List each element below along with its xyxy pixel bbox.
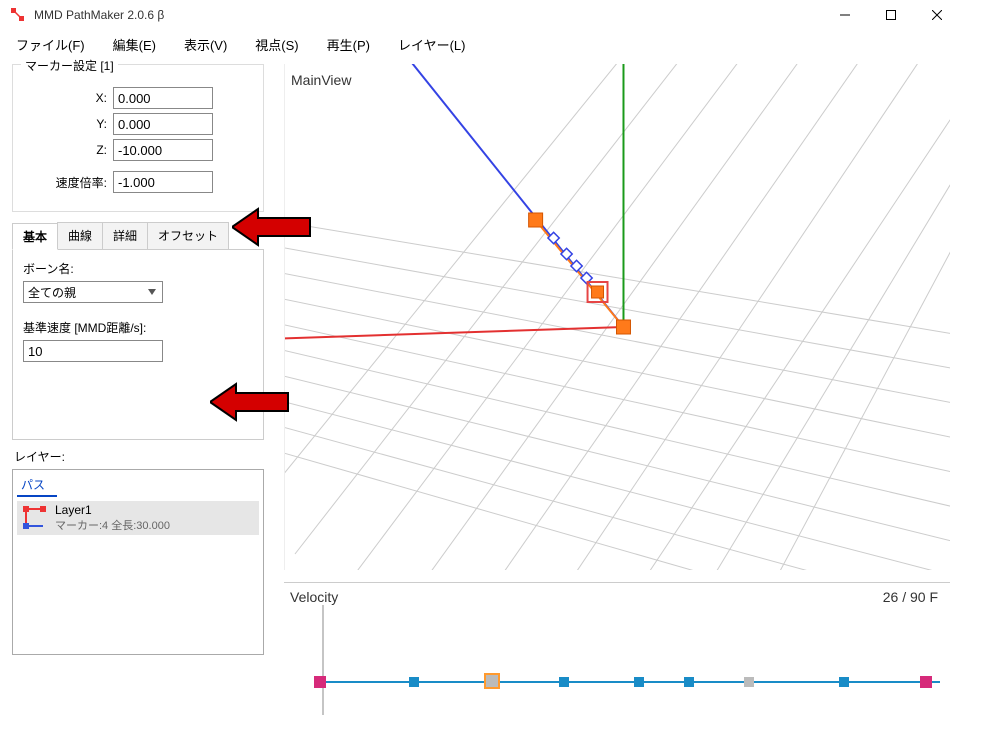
app-icon	[10, 7, 26, 23]
velocity-frame-status: 26 / 90 F	[883, 589, 938, 605]
layers-box: パス Layer1 マーカー:4 全長:30.000	[12, 469, 264, 655]
layer-icon	[21, 504, 49, 532]
viewport-canvas[interactable]	[285, 64, 950, 570]
y-input[interactable]	[113, 113, 213, 135]
z-label: Z:	[23, 143, 113, 157]
layer-item[interactable]: Layer1 マーカー:4 全長:30.000	[17, 501, 259, 535]
layers-header[interactable]: パス	[17, 474, 57, 497]
basespeed-label: 基準速度 [MMD距離/s]:	[23, 319, 253, 336]
annotation-arrow	[210, 380, 290, 424]
bone-label: ボーン名:	[23, 260, 253, 277]
maximize-button[interactable]	[868, 0, 914, 30]
y-label: Y:	[23, 117, 113, 131]
x-input[interactable]	[113, 87, 213, 109]
marker-group-title: マーカー設定 [1]	[21, 57, 118, 74]
menu-file[interactable]: ファイル(F)	[14, 33, 87, 56]
velocity-keyframe[interactable]	[839, 677, 849, 687]
layer-sub: マーカー:4 全長:30.000	[55, 517, 170, 533]
bone-select[interactable]: 全ての親	[23, 281, 163, 303]
window-title: MMD PathMaker 2.0.6 β	[34, 8, 164, 22]
tab-detail[interactable]: 詳細	[102, 222, 148, 249]
velocity-keyframe-selected[interactable]	[484, 673, 500, 689]
velocity-start-marker[interactable]	[314, 676, 326, 688]
menu-view[interactable]: 表示(V)	[182, 33, 229, 56]
close-button[interactable]	[914, 0, 960, 30]
z-input[interactable]	[113, 139, 213, 161]
marker-settings-group: マーカー設定 [1] X: Y: Z: 速度倍率:	[12, 64, 264, 212]
menu-play[interactable]: 再生(P)	[325, 33, 372, 56]
velocity-keyframe-ghost[interactable]	[744, 677, 754, 687]
left-panel: マーカー設定 [1] X: Y: Z: 速度倍率: 基本 曲線 詳細 オフセット…	[12, 64, 264, 655]
velocity-keyframe[interactable]	[634, 677, 644, 687]
velocity-keyframe[interactable]	[559, 677, 569, 687]
velocity-cursor-line	[322, 605, 324, 715]
menu-edit[interactable]: 編集(E)	[111, 33, 158, 56]
velocity-keyframe[interactable]	[409, 677, 419, 687]
velocity-end-marker[interactable]	[920, 676, 932, 688]
annotation-arrow	[232, 205, 312, 249]
velocity-label: Velocity	[290, 589, 338, 605]
velocity-panel: Velocity 26 / 90 F	[284, 582, 950, 730]
layer-name: Layer1	[55, 503, 170, 517]
tab-curve[interactable]: 曲線	[57, 222, 103, 249]
main-view[interactable]: MainView	[284, 64, 950, 570]
menu-viewpoint[interactable]: 視点(S)	[253, 33, 300, 56]
speedmul-input[interactable]	[113, 171, 213, 193]
settings-tabs: 基本 曲線 詳細 オフセット	[12, 222, 264, 250]
speedmul-label: 速度倍率:	[23, 174, 113, 191]
menu-bar: ファイル(F) 編集(E) 表示(V) 視点(S) 再生(P) レイヤー(L)	[0, 30, 960, 58]
x-label: X:	[23, 91, 113, 105]
tab-offset[interactable]: オフセット	[147, 222, 229, 249]
layers-label: レイヤー:	[14, 448, 264, 465]
velocity-keyframe[interactable]	[684, 677, 694, 687]
menu-layer[interactable]: レイヤー(L)	[396, 33, 468, 56]
basespeed-input[interactable]	[23, 340, 163, 362]
tab-basic[interactable]: 基本	[12, 223, 58, 250]
bone-select-value: 全ての親	[28, 284, 76, 301]
title-bar: MMD PathMaker 2.0.6 β	[0, 0, 960, 30]
minimize-button[interactable]	[822, 0, 868, 30]
